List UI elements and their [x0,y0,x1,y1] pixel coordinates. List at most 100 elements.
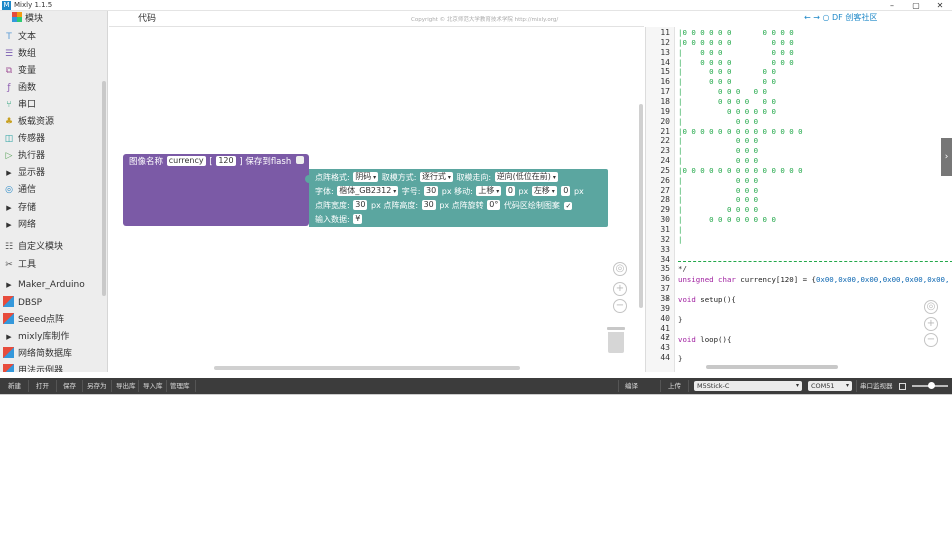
move-vertical-dropdown[interactable]: 上移 [476,186,502,196]
sidebar-item-15[interactable]: DBSP [0,295,104,312]
top-right-nav[interactable]: ← → ○ DF 创客社区 [804,12,877,23]
input-data-field[interactable]: ¥ [353,214,363,224]
sidebar-item-label: Maker_Arduino [18,280,85,290]
sidebar-item-7[interactable]: ▷ 执行器 [0,148,104,165]
sidebar-item-12[interactable]: ☷ 自定义模块 [0,239,104,256]
port-select[interactable]: COM51 [808,381,852,391]
compile-button[interactable]: 编译 [625,378,638,394]
minimize-button[interactable]: – [880,0,904,11]
sidebar-item-label: Seeed点阵 [18,315,65,325]
sidebar-item-16[interactable]: Seeed点阵 [0,312,104,329]
line-number: 41 [660,323,670,333]
manage-lib-button[interactable]: 管理库 [170,378,190,394]
close-button[interactable]: ✕ [928,0,952,11]
image-size-field[interactable]: 120 [216,156,236,166]
line-number: 23 [660,146,670,156]
sidebar-item-5[interactable]: ♣ 板载资源 [0,114,104,131]
input-label: 输入数据: [315,215,350,224]
line-number: 33 [660,244,670,254]
direction-dropdown[interactable]: 逆向(低位在前) [494,172,558,182]
sidebar-item-4[interactable]: ⑂ 串口 [0,97,104,114]
code-zoom-out-button[interactable]: − [924,333,938,347]
move-horizontal-field[interactable]: 0 [561,186,571,196]
board-icon: ♣ [4,117,14,127]
center-workspace-icon[interactable]: ◎ [613,262,627,276]
sidebar-item-17[interactable]: ▶ mixly库制作 [0,329,104,346]
sidebar-item-label: 存储 [18,203,37,213]
sidebar-item-10[interactable]: ▶ 存储 [0,200,104,217]
move-horizontal-dropdown[interactable]: 左移 [531,186,557,196]
zoom-slider-handle[interactable] [928,382,935,389]
height-field[interactable]: 30 [421,200,436,210]
code-panel[interactable]: 11 12 13 14 15 16 17 18 19 20 21 22 23 24 25 26 27 28 29 30… [645,27,952,372]
sensor-icon: ◫ [4,134,14,144]
sidebar-item-19[interactable]: 用法示例器 [0,363,104,372]
sidebar-item-9[interactable]: ◎ 通信 [0,182,104,199]
image-params-block[interactable]: 点阵格式: 阴码 取模方式: 逐行式 取模走向: 逆向(低位在前) 字体: 楷体… [309,169,608,227]
line-number: 25 [660,165,670,175]
line-number: 43 [660,343,670,353]
code-art-line: | 0 0 0 [678,195,759,205]
trash-icon[interactable] [607,327,625,353]
line-number: 44 [660,353,670,363]
sidebar-scrollbar[interactable] [102,81,106,296]
sidebar-item-1[interactable]: ☰ 数组 [0,46,104,63]
zoom-in-button[interactable]: + [613,282,627,296]
trash-can [608,332,624,353]
line-number: 30 [660,215,670,225]
upload-button[interactable]: 上传 [668,378,681,394]
px-unit: px [518,187,529,196]
rotate-field[interactable]: 0° [487,200,501,210]
sidebar-item-3[interactable]: ƒ 函数 [0,80,104,97]
output-console[interactable] [0,394,952,535]
sidebar-item-2[interactable]: ⧉ 变量 [0,63,104,80]
tab-code[interactable]: 代码 [129,11,165,27]
code-keyword: void [678,335,696,344]
serial-monitor-button[interactable]: 串口监视器 [860,378,893,394]
code-horizontal-scrollbar[interactable] [706,365,838,369]
sidebar-item-13[interactable]: ✂ 工具 [0,257,104,274]
code-loop-sig: loop(){ [695,335,732,344]
move-vertical-field[interactable]: 0 [505,186,515,196]
fold-toggle-icon[interactable]: ▾ [666,334,669,341]
fold-toggle-icon[interactable]: ▾ [666,295,669,302]
workspace-vertical-scrollbar[interactable] [639,104,643,308]
width-field[interactable]: 30 [353,200,368,210]
board-select[interactable]: M5Stick-C [694,381,802,391]
save-button[interactable]: 保存 [63,378,76,394]
mode-dropdown[interactable]: 逐行式 [419,172,453,182]
dot-format-dropdown[interactable]: 阴码 [353,172,379,182]
save-flash-checkbox[interactable] [295,156,304,164]
line-number: 11 [660,28,670,37]
text-icon: T [6,32,12,42]
import-lib-button[interactable]: 导入库 [143,378,163,394]
zoom-out-button[interactable]: − [613,299,627,313]
arrow-right-icon: ▶ [6,204,12,212]
open-button[interactable]: 打开 [36,378,49,394]
sidebar-item-18[interactable]: 网络简数据库 [0,346,104,363]
sidebar-item-6[interactable]: ◫ 传感器 [0,131,104,148]
bracket-open: [ [209,157,213,167]
line-number: 29 [660,205,670,215]
toggle-checkbox[interactable] [899,383,906,390]
size-field[interactable]: 30 [424,186,439,196]
image-name-field[interactable]: currency [166,156,206,166]
export-lib-button[interactable]: 导出库 [116,378,136,394]
sidebar-item-14[interactable]: ▶ Maker_Arduino [0,277,104,294]
image-block[interactable]: 图像名称 currency [ 120 ] 保存到flash [123,154,309,226]
sidebar-item-8[interactable]: ▶ 显示器 [0,165,104,182]
new-button[interactable]: 新建 [8,378,21,394]
save-as-button[interactable]: 另存为 [87,378,107,394]
maximize-button[interactable]: ▢ [904,0,928,11]
code-art-line: | 0 0 0 [678,146,759,156]
block-workspace[interactable]: 图像名称 currency [ 120 ] 保存到flash 点阵格式: 阴码 … [109,28,643,372]
draw-checkbox[interactable]: ✓ [564,202,573,210]
sidebar-item-0[interactable]: T 文本 [0,29,104,46]
workspace-horizontal-scrollbar[interactable] [214,366,520,370]
code-zoom-in-button[interactable]: + [924,317,938,331]
bracket-close: ] [239,157,243,167]
font-dropdown[interactable]: 楷体_GB2312 [337,186,399,196]
sidebar-item-11[interactable]: ▶ 网络 [0,217,104,234]
code-center-icon[interactable]: ◎ [924,300,938,314]
code-panel-toggle-button[interactable]: › [941,138,952,176]
